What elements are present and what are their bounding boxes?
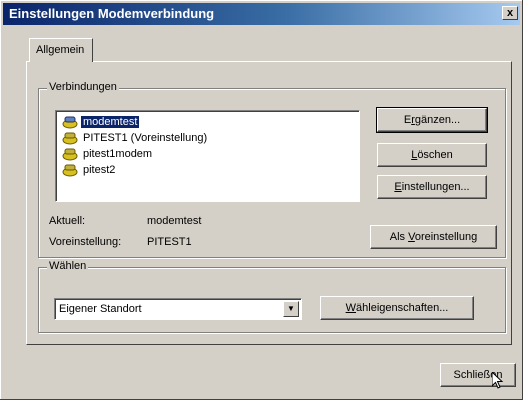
window-title: Einstellungen Modemverbindung <box>9 6 215 21</box>
current-value: modemtest <box>147 215 202 227</box>
close-button[interactable]: Schließen <box>440 363 516 387</box>
chevron-down-icon[interactable]: ▼ <box>283 301 299 317</box>
phone-modem-icon <box>62 131 78 145</box>
phone-modem-icon <box>62 115 78 129</box>
list-item-label: pitest2 <box>83 164 116 176</box>
settings-button-label-rest: instellungen... <box>401 181 470 193</box>
tab-label: Allgemein <box>36 44 85 56</box>
list-item-label: PITEST1 (Voreinstellung) <box>83 132 208 144</box>
close-window-button[interactable]: x <box>502 6 518 20</box>
settings-button-mnemonic: E <box>394 181 402 193</box>
list-item[interactable]: pitest2 <box>62 162 117 178</box>
set-default-button[interactable]: Als Voreinstellung <box>370 225 497 249</box>
delete-button-label-rest: öschen <box>417 149 453 161</box>
delete-button[interactable]: Löschen <box>377 143 487 167</box>
add-button-label-rest: gänzen... <box>414 114 461 126</box>
tab-allgemein[interactable]: Allgemein <box>29 38 93 62</box>
set-default-button-label: Als <box>389 231 409 243</box>
set-default-button-mnemonic: V <box>408 231 415 243</box>
dial-properties-button-label-rest: ähleigenschaften... <box>356 302 449 314</box>
set-default-button-label-rest: oreinstellung <box>414 231 478 243</box>
dial-properties-button-mnemonic: W <box>345 302 357 314</box>
connections-list[interactable]: modemtest PITEST1 (Voreinstellung) pites… <box>55 110 360 202</box>
title-bar[interactable]: Einstellungen Modemverbindung x <box>3 3 520 25</box>
dial-group-label: Wählen <box>47 260 89 272</box>
add-button[interactable]: Ergänzen... <box>376 107 488 133</box>
phone-modem-icon <box>62 147 78 161</box>
mouse-pointer-icon <box>491 370 504 393</box>
dial-properties-button[interactable]: Wähleigenschaften... <box>320 296 474 320</box>
default-label: Voreinstellung: <box>49 236 122 248</box>
default-value: PITEST1 <box>147 236 192 248</box>
location-select[interactable]: Eigener Standort ▼ <box>54 298 302 320</box>
phone-modem-icon <box>62 163 78 177</box>
modem-settings-dialog: Einstellungen Modemverbindung x Allgemei… <box>0 0 523 400</box>
list-item-label: pitest1modem <box>83 148 153 160</box>
connections-group-label: Verbindungen <box>47 81 119 93</box>
current-label: Aktuell: <box>49 215 86 227</box>
settings-button[interactable]: Einstellungen... <box>377 175 487 199</box>
location-select-value: Eigener Standort <box>59 303 142 315</box>
list-item[interactable]: pitest1modem <box>62 146 154 162</box>
list-item[interactable]: modemtest <box>62 114 141 130</box>
list-item[interactable]: PITEST1 (Voreinstellung) <box>62 130 209 146</box>
list-item-label: modemtest <box>79 115 141 129</box>
